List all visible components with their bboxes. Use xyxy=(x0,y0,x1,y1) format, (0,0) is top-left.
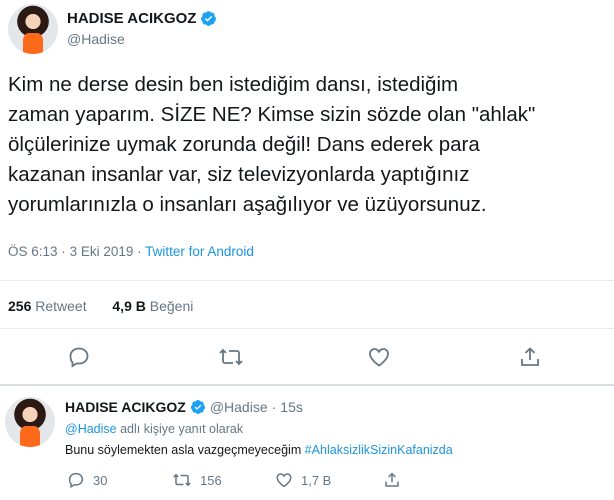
reply-tweet[interactable]: HADISE ACIKGOZ @Hadise · 15s @Hadise adl… xyxy=(0,387,614,500)
tweet-source-link[interactable]: Twitter for Android xyxy=(145,244,254,259)
reply-count: 30 xyxy=(93,472,108,488)
replying-to-handle[interactable]: @Hadise xyxy=(65,422,117,436)
author-name-row[interactable]: HADISE ACIKGOZ xyxy=(67,10,217,27)
retweet-count: 156 xyxy=(200,472,222,488)
share-button[interactable] xyxy=(518,345,542,369)
main-tweet: HADISE ACIKGOZ @Hadise Kim ne derse desi… xyxy=(0,0,614,386)
divider xyxy=(0,280,614,281)
tweet-time[interactable]: ÖS 6:13 xyxy=(8,244,58,259)
like-stat[interactable]: 4,9 B Beğeni xyxy=(112,298,193,314)
retweet-icon xyxy=(219,348,243,366)
like-icon xyxy=(276,473,292,488)
like-button[interactable]: 1,7 B xyxy=(275,471,331,489)
like-count: 4,9 B xyxy=(112,298,146,314)
meta-separator: · xyxy=(137,244,142,259)
tweet-time-ago[interactable]: 15s xyxy=(280,399,303,415)
meta-separator: · xyxy=(271,399,277,415)
author-name-row[interactable]: HADISE ACIKGOZ @Hadise · 15s xyxy=(65,399,303,415)
reply-icon xyxy=(69,347,89,368)
verified-badge-icon xyxy=(200,10,217,27)
display-name[interactable]: HADISE ACIKGOZ xyxy=(65,399,186,415)
retweet-label: Retweet xyxy=(35,298,87,314)
tweet-date[interactable]: 3 Eki 2019 xyxy=(70,244,134,259)
verified-badge-icon xyxy=(190,399,206,415)
hashtag-link[interactable]: #AhlaksizlikSizinKafanizda xyxy=(305,443,453,457)
meta-separator: · xyxy=(61,244,66,259)
retweet-button[interactable] xyxy=(218,345,244,369)
avatar[interactable] xyxy=(8,4,58,54)
share-button[interactable] xyxy=(383,471,401,489)
reply-text: Bunu söylemekten asla vazgeçmeyeceğim #A… xyxy=(65,443,453,457)
like-button[interactable] xyxy=(367,345,391,369)
tweet-separator xyxy=(0,384,614,386)
reply-icon xyxy=(68,472,84,489)
like-count: 1,7 B xyxy=(301,472,332,488)
like-label: Beğeni xyxy=(149,298,194,314)
like-icon xyxy=(369,348,389,367)
replying-to-text: adlı kişiye yanıt olarak xyxy=(120,422,244,436)
retweet-stat[interactable]: 256 Retweet xyxy=(8,298,87,314)
reply-tweet-actions: 30 156 1,7 B xyxy=(65,471,485,491)
reply-button[interactable]: 30 xyxy=(67,471,107,489)
tweet-actions xyxy=(0,345,614,371)
retweet-icon xyxy=(173,473,191,487)
share-icon xyxy=(385,472,399,487)
author-handle[interactable]: @Hadise xyxy=(210,399,268,415)
retweet-count: 256 xyxy=(8,298,32,314)
reply-button[interactable] xyxy=(67,345,91,369)
avatar[interactable] xyxy=(5,397,55,447)
divider xyxy=(0,328,614,329)
tweet-meta: ÖS 6:13 · 3 Eki 2019 · Twitter for Andro… xyxy=(8,244,254,259)
display-name[interactable]: HADISE ACIKGOZ xyxy=(67,10,196,27)
tweet-stats: 256 Retweet 4,9 B Beğeni xyxy=(8,298,193,314)
share-icon xyxy=(521,347,539,366)
retweet-button[interactable]: 156 xyxy=(172,471,222,489)
tweet-text: Kim ne derse desin ben istediğim dansı, … xyxy=(8,73,536,216)
reply-body: Bunu söylemekten asla vazgeçmeyeceğim xyxy=(65,443,302,457)
replying-to: @Hadise adlı kişiye yanıt olarak xyxy=(65,422,243,436)
author-handle[interactable]: @Hadise xyxy=(67,31,125,47)
